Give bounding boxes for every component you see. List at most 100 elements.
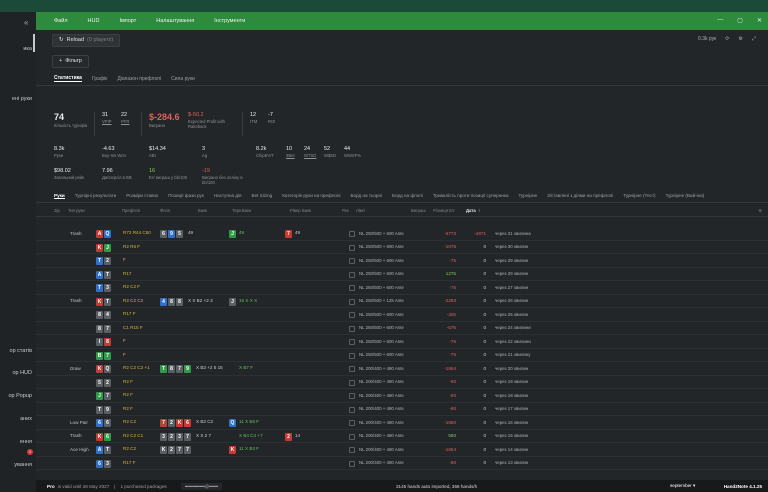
tab-statistics[interactable]: Статистика xyxy=(54,75,82,82)
col-hdr[interactable]: Тип руки xyxy=(68,208,85,213)
settings-icon[interactable]: ⚙ xyxy=(739,36,743,42)
reload-button[interactable]: ↻ Reload (0 players) xyxy=(52,33,121,47)
menu-file[interactable]: Файл xyxy=(54,18,68,24)
menu-import[interactable]: Імпорт xyxy=(119,18,136,24)
report-tab[interactable]: Тривалість проти позиції суперника xyxy=(433,193,509,198)
row-checkbox[interactable] xyxy=(349,244,355,251)
col-hdr[interactable]: Флоп xyxy=(160,208,170,213)
row-checkbox[interactable] xyxy=(349,379,355,386)
col-hdr[interactable]: Ліміт xyxy=(356,208,365,213)
col-hdr[interactable]: Рівер xyxy=(290,208,301,213)
col-hdr[interactable]: Банк xyxy=(302,208,311,213)
table-row[interactable]: Ace High A T R2 C2 K 2 7 7 K 11 X B3 F NL 200/400 … xyxy=(36,443,768,457)
row-checkbox[interactable] xyxy=(349,312,355,318)
row-checkbox[interactable] xyxy=(349,352,355,359)
collapse-sidebar-icon[interactable]: « xyxy=(24,18,28,27)
sidebar-item[interactable]: ення xyxy=(20,439,32,445)
result: -575 xyxy=(446,325,456,330)
sidebar-item[interactable]: аних xyxy=(20,416,32,422)
sidebar-item[interactable]: ування xyxy=(14,462,32,468)
table-row[interactable]: 5 2 R2 F NL 200/400 + 480 Ante -60 0 через 19 … xyxy=(36,376,768,389)
filter-button[interactable]: + Фільтр xyxy=(52,54,89,68)
table-row[interactable]: J 7 R2 F NL 200/400 + 480 Ante -60 0 через 18 … xyxy=(36,389,768,403)
col-hdr[interactable]: Банк xyxy=(198,208,207,213)
table-row[interactable]: K J R2 R6 F NL 250/500 + 600 Ante -1075 0 чере… xyxy=(36,241,768,254)
report-tab[interactable]: Руки xyxy=(54,193,65,199)
table-row[interactable]: Trash K 6 R2 C2 C1 3 2 3 7 X X 2 7X B4 C4 +7 2 14 N… xyxy=(36,430,768,443)
row-checkbox[interactable] xyxy=(349,285,355,291)
report-tab[interactable]: Категорія руки на префлопі xyxy=(282,193,340,198)
col-hdr-date[interactable]: Дата xyxy=(466,208,476,213)
row-checkbox[interactable] xyxy=(349,433,355,440)
report-tab[interactable]: Розміри ставок xyxy=(126,193,158,198)
report-tab[interactable]: Наступна дія xyxy=(214,193,242,198)
row-checkbox[interactable] xyxy=(349,420,355,426)
col-hdr[interactable]: Різниця EV xyxy=(433,208,455,213)
hole-cards: 63 xyxy=(96,459,111,468)
table-row[interactable]: T 2 F NL 250/500 + 600 Ante -75 0 через 29 хви… xyxy=(36,254,768,268)
row-checkbox[interactable] xyxy=(349,460,355,467)
row-checkbox[interactable] xyxy=(349,271,355,278)
col-hdr[interactable]: Терн xyxy=(232,208,241,213)
sidebar-item[interactable]: ор статів xyxy=(10,348,32,354)
report-tab[interactable]: Позиції фази рук xyxy=(168,193,204,198)
table-row[interactable]: I 8 F NL 250/500 + 600 Ante -75 0 через 22 хви… xyxy=(36,335,768,349)
hole-cards: KJ xyxy=(96,243,111,252)
report-tab[interactable]: Зіставлені з діями на префлопі xyxy=(547,193,613,198)
menu-tools[interactable]: Інструменти xyxy=(214,18,245,24)
sidebar-item[interactable]: ені руки xyxy=(12,96,32,102)
report-tab[interactable]: Bet Sizing xyxy=(252,193,273,198)
row-checkbox[interactable] xyxy=(349,447,355,453)
col-hdr[interactable]: Префлоп xyxy=(122,208,140,213)
table-row[interactable]: Draw K Q R2 C2 C2 +1 T 8 7 9 X B3 +2 5 15 X B7 F N… xyxy=(36,362,768,376)
account-field[interactable]: ••••••••••••••••••@•••••••• xyxy=(180,482,222,490)
row-checkbox[interactable] xyxy=(349,231,355,237)
report-tab[interactable]: Борд на тьорні xyxy=(351,193,383,198)
purchased-packages[interactable]: 1 purchased packages xyxy=(120,484,166,489)
table-row[interactable]: T 9 R2 F NL 200/400 + 480 Ante -60 0 через 17 … xyxy=(36,403,768,416)
sidebar-item[interactable]: ика xyxy=(23,46,32,52)
tab-graph[interactable]: Графік xyxy=(92,76,107,82)
river-card-slot: 7 xyxy=(285,230,292,238)
table-row[interactable]: A T R17 NL 250/500 + 600 Ante 1275 0 через 29 … xyxy=(36,268,768,281)
col-hdr[interactable]: Рес xyxy=(342,208,349,213)
report-tab[interactable]: Турнірне (Вай-іна) xyxy=(666,193,705,198)
report-tab[interactable]: Борд на флопі xyxy=(392,193,423,198)
row-checkbox[interactable] xyxy=(349,339,355,345)
sidebar-item[interactable]: ор HUD xyxy=(12,370,32,376)
tab-hand-strength[interactable]: Сила руки xyxy=(171,76,195,82)
minimize-icon[interactable]: — xyxy=(717,17,723,24)
report-tab[interactable]: Турнірне (Тест) xyxy=(623,193,655,198)
window-controls: — ▢ ✕ xyxy=(717,17,762,24)
row-checkbox[interactable] xyxy=(349,258,355,264)
col-hdr[interactable]: Виграш xyxy=(411,208,426,213)
table-row[interactable]: 6 3 R17 F NL 200/400 + 480 Ante -60 0 через 13… xyxy=(36,457,768,470)
row-checkbox[interactable] xyxy=(349,325,355,332)
tab-preflop-range[interactable]: Діапазон префлопі xyxy=(117,76,161,82)
database-select[interactable]: september ▾ xyxy=(670,483,695,489)
row-checkbox[interactable] xyxy=(349,393,355,399)
table-row[interactable]: Trash K T R2 C2 C2 4 8 8 X X B2 +2 3 J 15 X X X NL… xyxy=(36,295,768,308)
table-row[interactable]: Low Pair 6 6 R2 C2 7 2 K 6 X B2 C2 Q 11 X B6 F NL 2… xyxy=(36,416,768,430)
table-row[interactable]: B 7 F NL 250/500 + 600 Ante -75 0 через 21 хви… xyxy=(36,349,768,362)
col-hdr[interactable]: Зір xyxy=(54,208,60,213)
column-settings-icon[interactable]: ⚙ xyxy=(758,208,762,213)
playing-card: 9 xyxy=(104,405,111,414)
refresh-icon[interactable]: ⟳ xyxy=(725,36,729,42)
menu-settings[interactable]: Налаштування xyxy=(156,18,194,24)
menu-hud[interactable]: HUD xyxy=(88,18,100,24)
table-row[interactable]: 8 4 R17 F NL 250/500 + 600 Ante -325 0 через 2… xyxy=(36,308,768,322)
row-checkbox[interactable] xyxy=(349,406,355,413)
sidebar-item[interactable]: ор Popup xyxy=(8,393,32,399)
row-checkbox[interactable] xyxy=(349,366,355,372)
col-hdr[interactable]: Банк xyxy=(242,208,251,213)
close-icon[interactable]: ✕ xyxy=(757,17,762,24)
report-tab[interactable]: Турнірне xyxy=(519,193,538,198)
maximize-icon[interactable]: ▢ xyxy=(737,17,743,24)
row-checkbox[interactable] xyxy=(349,298,355,305)
expand-icon[interactable]: ⤢ xyxy=(752,36,756,42)
table-row[interactable]: T 3 R2 C2 F NL 250/500 + 600 Ante -75 0 через … xyxy=(36,281,768,295)
table-row[interactable]: 8 7 C1 R15 F NL 250/500 + 600 Ante -575 0 чере… xyxy=(36,322,768,335)
table-row[interactable]: Trash A Q R72 R44 C50 6 9 5 49 J 49 7 49 NL 250/500 … xyxy=(36,227,768,241)
report-tab[interactable]: Турнірні результати xyxy=(75,193,116,198)
